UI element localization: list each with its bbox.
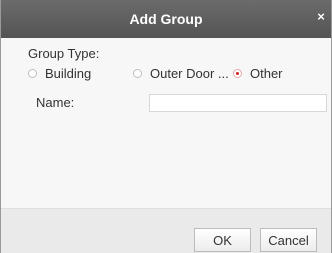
- radio-option-outer-door[interactable]: Outer Door ...: [133, 65, 229, 81]
- radio-label-other: Other: [250, 65, 283, 81]
- radio-button-outer-door[interactable]: [133, 68, 142, 78]
- radio-option-building[interactable]: Building: [28, 65, 91, 81]
- radio-button-building[interactable]: [28, 68, 37, 78]
- dialog-title: Add Group: [129, 11, 203, 27]
- ok-button[interactable]: OK: [194, 228, 251, 252]
- cancel-button[interactable]: Cancel: [260, 228, 317, 252]
- radio-label-outer-door: Outer Door ...: [150, 65, 229, 81]
- name-label: Name:: [36, 95, 75, 110]
- radio-label-building: Building: [45, 65, 92, 81]
- close-icon[interactable]: ×: [315, 10, 327, 24]
- name-input[interactable]: [149, 94, 327, 112]
- dialog-footer: OK Cancel: [1, 208, 331, 253]
- dialog-titlebar: Add Group ×: [1, 0, 331, 38]
- dialog-body: Group Type: Building Outer Door ... Othe…: [1, 38, 331, 208]
- radio-option-other[interactable]: Other: [233, 65, 283, 81]
- add-group-dialog: Add Group × Group Type: Building Outer D…: [0, 0, 332, 253]
- group-type-label: Group Type:: [28, 46, 100, 61]
- radio-button-other[interactable]: [233, 68, 242, 78]
